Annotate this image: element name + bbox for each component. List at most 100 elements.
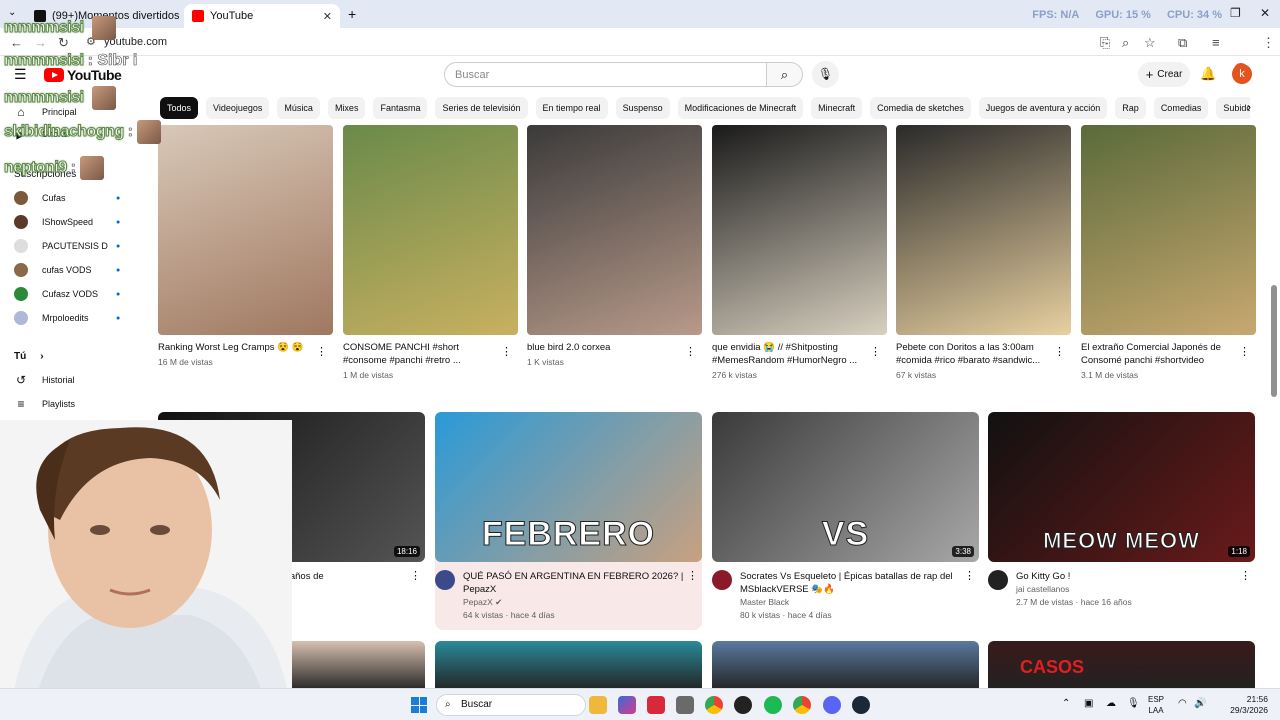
you-heading[interactable]: Tú › xyxy=(14,348,44,364)
video-thumbnail[interactable]: MEOW MEOW 1:18 xyxy=(988,412,1255,562)
sidebar-item-subscription[interactable]: Cufasz VODS ● xyxy=(14,286,120,302)
more-options-icon[interactable]: ⋮ xyxy=(410,569,421,582)
close-window-icon[interactable]: ✕ xyxy=(1260,6,1270,20)
tab-youtube[interactable]: YouTube ✕ xyxy=(184,4,340,28)
more-options-icon[interactable]: ⋮ xyxy=(501,345,512,358)
chip-9[interactable]: Minecraft xyxy=(811,97,863,119)
short-title[interactable]: CONSOME PANCHI #short #consome #panchi #… xyxy=(343,341,518,367)
chip-3[interactable]: Mixes xyxy=(327,97,366,119)
sidebar-item-history[interactable]: ↺ Historial xyxy=(14,372,75,388)
zoom-icon[interactable]: ⌕ xyxy=(1122,35,1129,51)
more-options-icon[interactable]: ⋮ xyxy=(687,569,698,582)
steam-icon[interactable] xyxy=(852,696,870,714)
video-title[interactable]: Go Kitty Go ! xyxy=(1016,570,1132,583)
taskbar-clock[interactable]: 21:56 29/3/2026 xyxy=(1230,694,1268,716)
spotify-icon[interactable] xyxy=(764,696,782,714)
short-card[interactable]: Pebete con Doritos a las 3:00am #comida … xyxy=(896,125,1071,380)
chip-2[interactable]: Música xyxy=(277,97,320,119)
channel-avatar[interactable] xyxy=(435,570,455,590)
short-thumbnail[interactable] xyxy=(158,125,333,335)
chip-6[interactable]: En tiempo real xyxy=(535,97,608,119)
channel-name[interactable]: PepazX ✔ xyxy=(463,596,684,609)
chip-8[interactable]: Modificaciones de Minecraft xyxy=(677,97,804,119)
m365-icon[interactable] xyxy=(618,696,636,714)
extensions-icon[interactable]: ⧉ xyxy=(1178,35,1187,51)
tray-app-icon[interactable]: ▣ xyxy=(1084,698,1093,709)
sidebar-item-subscription[interactable]: IShowSpeed ● xyxy=(14,214,120,230)
sidebar-item-subscription[interactable]: Mrpoloedits ● xyxy=(14,310,120,326)
chrome-icon[interactable] xyxy=(705,696,723,714)
more-options-icon[interactable]: ⋮ xyxy=(1239,345,1250,358)
taskbar-search[interactable]: ⌕ Buscar xyxy=(436,694,586,716)
notifications-icon[interactable]: 🔔 xyxy=(1200,66,1216,82)
short-thumbnail[interactable] xyxy=(712,125,887,335)
tray-cloud-icon[interactable]: ☁ xyxy=(1106,698,1116,709)
new-tab-button[interactable]: + xyxy=(348,6,356,22)
mic-icon[interactable]: 🎙 xyxy=(1127,698,1140,709)
chip-13[interactable]: Comedias xyxy=(1153,97,1209,119)
search-button[interactable]: ⌕ xyxy=(767,62,803,87)
short-thumbnail[interactable] xyxy=(896,125,1071,335)
wps-icon[interactable] xyxy=(647,696,665,714)
menu-icon[interactable]: ⋮ xyxy=(1262,35,1275,51)
app-icon[interactable] xyxy=(676,696,694,714)
channel-name[interactable]: jai castellanos xyxy=(1016,583,1132,596)
video-thumbnail[interactable] xyxy=(435,641,702,691)
sidebar-item-subscription[interactable]: PACUTENSIS D ● xyxy=(14,238,120,254)
file-explorer-icon[interactable] xyxy=(589,696,607,714)
more-options-icon[interactable]: ⋮ xyxy=(870,345,881,358)
short-card[interactable]: blue bird 2.0 corxea 1 K vistas ⋮ xyxy=(527,125,702,367)
chip-12[interactable]: Rap xyxy=(1115,97,1146,119)
short-card[interactable]: CONSOME PANCHI #short #consome #panchi #… xyxy=(343,125,518,380)
video-title[interactable]: QUÉ PASÓ EN ARGENTINA EN FEBRERO 2026? |… xyxy=(463,570,684,596)
create-button[interactable]: + Crear xyxy=(1138,62,1190,87)
tray-chevron-icon[interactable]: ⌃ xyxy=(1062,698,1070,709)
more-options-icon[interactable]: ⋮ xyxy=(1054,345,1065,358)
chip-7[interactable]: Suspenso xyxy=(615,97,670,119)
chip-1[interactable]: Videojuegos xyxy=(206,97,270,119)
sidebar-item-subscription[interactable]: Cufas ● xyxy=(14,190,120,206)
short-card[interactable]: que envidia 😭 // #Shitposting #MemesRand… xyxy=(712,125,887,380)
chip-11[interactable]: Juegos de aventura y acción xyxy=(978,97,1108,119)
windows-start-icon[interactable] xyxy=(411,697,427,713)
video-thumbnail[interactable]: CASOS xyxy=(988,641,1255,691)
more-options-icon[interactable]: ⋮ xyxy=(316,345,327,358)
media-icon[interactable]: ≡ xyxy=(1212,35,1220,50)
more-options-icon[interactable]: ⋮ xyxy=(964,569,975,582)
short-thumbnail[interactable] xyxy=(527,125,702,335)
video-card[interactable]: MEOW MEOW 1:18 Go Kitty Go ! jai castellano… xyxy=(988,412,1255,609)
channel-avatar[interactable] xyxy=(988,570,1008,590)
more-options-icon[interactable]: ⋮ xyxy=(1240,569,1251,582)
short-card[interactable]: Ranking Worst Leg Cramps 😵 😵 16 M de vist… xyxy=(158,125,333,367)
account-avatar[interactable]: k xyxy=(1232,64,1252,84)
chip-5[interactable]: Series de televisión xyxy=(435,97,528,119)
chevron-right-icon[interactable]: › xyxy=(1247,100,1251,114)
chip-4[interactable]: Fantasma xyxy=(373,97,428,119)
short-thumbnail[interactable] xyxy=(343,125,518,335)
short-title[interactable]: que envidia 😭 // #Shitposting #MemesRand… xyxy=(712,341,887,367)
video-card[interactable]: FEBRERO QUÉ PASÓ EN ARGENTINA EN FEBRERO … xyxy=(435,412,702,630)
video-title[interactable]: Socrates Vs Esqueleto | Épicas batallas … xyxy=(740,570,961,596)
short-thumbnail[interactable] xyxy=(1081,125,1256,335)
video-thumbnail[interactable]: VS 3:38 xyxy=(712,412,979,562)
video-thumbnail[interactable]: FEBRERO xyxy=(435,412,702,562)
video-thumbnail[interactable] xyxy=(712,641,979,691)
obs-icon[interactable] xyxy=(734,696,752,714)
short-card[interactable]: El extraño Comercial Japonés de Consomé … xyxy=(1081,125,1256,380)
more-options-icon[interactable]: ⋮ xyxy=(685,345,696,358)
short-title[interactable]: blue bird 2.0 corxea xyxy=(527,341,702,354)
language-indicator[interactable]: ESP LAA xyxy=(1148,694,1164,716)
chip-14[interactable]: Subidos recientemente xyxy=(1216,97,1250,119)
bookmark-icon[interactable]: ☆ xyxy=(1144,35,1156,51)
sidebar-item-subscription[interactable]: cufas VODS ● xyxy=(14,262,120,278)
voice-search-button[interactable]: 🎙 xyxy=(812,61,839,88)
scrollbar-thumb[interactable] xyxy=(1271,285,1277,397)
maximize-icon[interactable]: ❐ xyxy=(1230,6,1241,20)
channel-avatar[interactable] xyxy=(712,570,732,590)
chip-10[interactable]: Comedia de sketches xyxy=(870,97,971,119)
short-title[interactable]: Ranking Worst Leg Cramps 😵 😵 xyxy=(158,341,333,354)
chrome-icon-active[interactable] xyxy=(793,696,811,714)
sidebar-item-playlists[interactable]: ≡ Playlists xyxy=(14,396,75,412)
wifi-icon[interactable]: ◠ xyxy=(1178,698,1187,709)
channel-name[interactable]: Master Black xyxy=(740,596,961,609)
